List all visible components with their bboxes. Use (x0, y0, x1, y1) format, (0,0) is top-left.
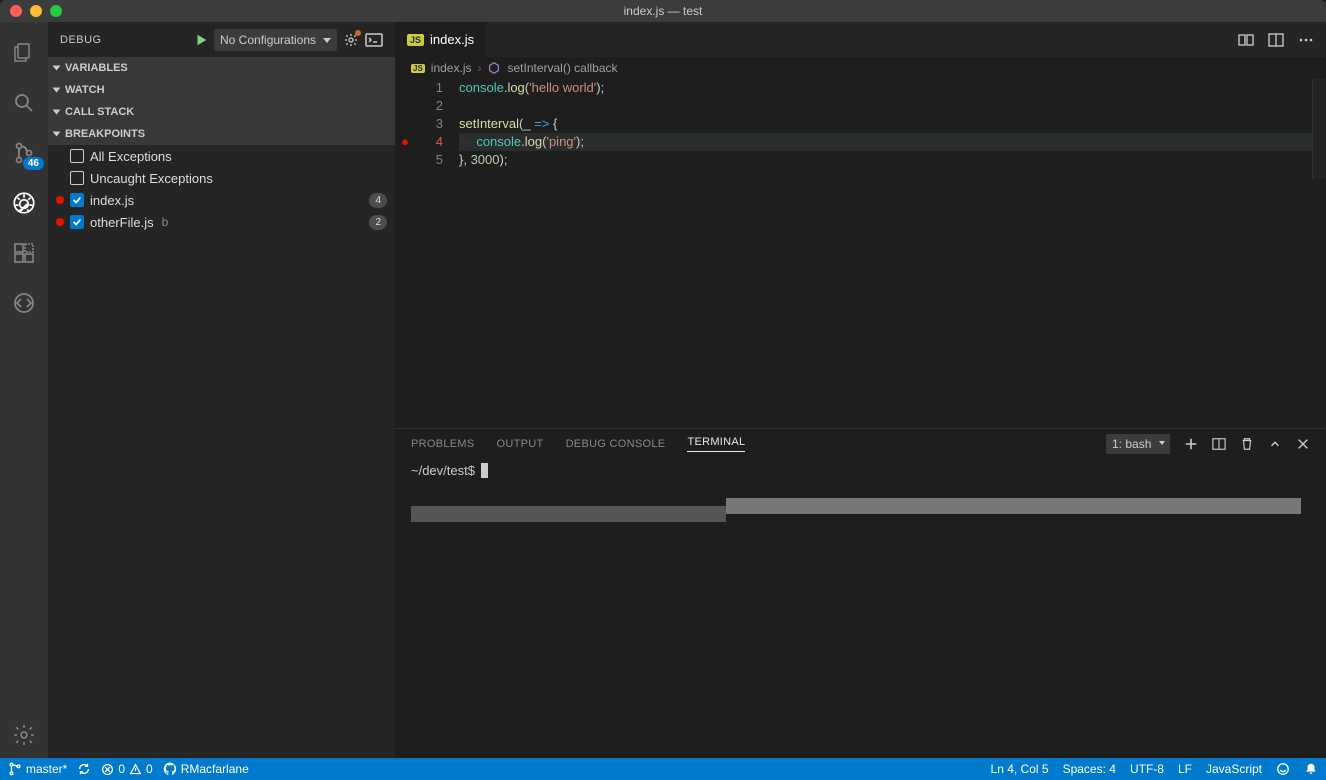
breakpoint-row[interactable]: Uncaught Exceptions (48, 167, 395, 189)
checkbox[interactable] (70, 215, 84, 229)
minimap[interactable] (1312, 79, 1326, 179)
cursor-position[interactable]: Ln 4, Col 5 (991, 762, 1049, 776)
debug-config-select[interactable]: No Configurations (214, 29, 337, 51)
breakpoint-row[interactable]: otherFile.js b 2 (48, 211, 395, 233)
settings-gear-icon[interactable] (0, 712, 48, 758)
window-controls (10, 5, 62, 17)
explorer-icon[interactable] (0, 30, 48, 76)
panel-tabs: PROBLEMS OUTPUT DEBUG CONSOLE TERMINAL 1… (395, 429, 1326, 459)
breakpoint-row[interactable]: All Exceptions (48, 145, 395, 167)
sync-icon[interactable] (77, 762, 91, 776)
bottom-panel: PROBLEMS OUTPUT DEBUG CONSOLE TERMINAL 1… (395, 428, 1326, 758)
editor-area: JS index.js JS index.js › setInterval() … (395, 22, 1326, 758)
language-mode[interactable]: JavaScript (1206, 762, 1262, 776)
debug-sidebar: DEBUG No Configurations (48, 22, 395, 758)
tab-terminal[interactable]: TERMINAL (687, 436, 745, 452)
notifications-icon[interactable] (1304, 762, 1318, 776)
compare-icon[interactable] (1238, 32, 1254, 48)
remote-icon[interactable] (0, 280, 48, 326)
minimize-window-icon[interactable] (30, 5, 42, 17)
tab-bar: JS index.js (395, 22, 1326, 57)
extensions-icon[interactable] (0, 230, 48, 276)
feedback-icon[interactable] (1276, 762, 1290, 776)
terminal-progress (411, 498, 1310, 514)
breakpoint-label: index.js (90, 193, 134, 208)
problems-status[interactable]: 0 0 (101, 762, 152, 776)
maximize-window-icon[interactable] (50, 5, 62, 17)
js-file-icon: JS (407, 34, 424, 46)
breakpoints-header[interactable]: BREAKPOINTS (48, 123, 395, 145)
breakpoint-label: otherFile.js (90, 215, 154, 230)
encoding[interactable]: UTF-8 (1130, 762, 1164, 776)
breakpoint-suffix: b (162, 215, 169, 229)
watch-section: WATCH (48, 79, 395, 101)
tab-output[interactable]: OUTPUT (497, 438, 544, 450)
method-icon (487, 61, 501, 75)
search-icon[interactable] (0, 80, 48, 126)
github-user[interactable]: RMacfarlane (163, 762, 249, 776)
split-editor-icon[interactable] (1268, 32, 1284, 48)
js-file-icon: JS (411, 64, 425, 73)
variables-header[interactable]: VARIABLES (48, 57, 395, 79)
breadcrumb-file: index.js (431, 61, 472, 75)
breakpoint-row[interactable]: index.js 4 (48, 189, 395, 211)
variables-section: VARIABLES (48, 57, 395, 79)
source-control-icon[interactable]: 46 (0, 130, 48, 176)
chevron-right-icon: › (477, 61, 481, 75)
close-window-icon[interactable] (10, 5, 22, 17)
tab-label: index.js (430, 32, 474, 47)
window-title: index.js — test (0, 4, 1326, 18)
breakpoint-count: 2 (369, 215, 387, 230)
git-branch[interactable]: master* (8, 762, 67, 776)
breadcrumb-symbol: setInterval() callback (507, 61, 617, 75)
checkbox[interactable] (70, 171, 84, 185)
terminal-cursor (481, 463, 488, 478)
breakpoints-section: BREAKPOINTS All Exceptions Uncaught Excep… (48, 123, 395, 233)
terminal-select[interactable]: 1: bash (1106, 434, 1170, 454)
breakpoint-dot-icon (56, 196, 64, 204)
debug-title: DEBUG (60, 34, 102, 46)
debug-header: DEBUG No Configurations (48, 22, 395, 57)
maximize-panel-icon[interactable] (1268, 437, 1282, 451)
terminal-prompt: ~/dev/test$ (411, 463, 475, 478)
breadcrumb[interactable]: JS index.js › setInterval() callback (395, 57, 1326, 79)
callstack-header[interactable]: CALL STACK (48, 101, 395, 123)
split-terminal-icon[interactable] (1212, 437, 1226, 451)
configure-gear-icon[interactable] (343, 32, 359, 48)
breakpoint-label: Uncaught Exceptions (90, 171, 213, 186)
indentation[interactable]: Spaces: 4 (1063, 762, 1116, 776)
breakpoint-dot-icon (56, 218, 64, 226)
tab-index-js[interactable]: JS index.js (395, 22, 487, 57)
activity-bar: 46 (0, 22, 48, 758)
checkbox[interactable] (70, 149, 84, 163)
tab-debug-console[interactable]: DEBUG CONSOLE (566, 438, 666, 450)
close-panel-icon[interactable] (1296, 437, 1310, 451)
titlebar: index.js — test (0, 0, 1326, 22)
debug-console-icon[interactable] (365, 33, 383, 47)
scm-badge: 46 (23, 157, 44, 170)
watch-header[interactable]: WATCH (48, 79, 395, 101)
more-actions-icon[interactable] (1298, 32, 1314, 48)
kill-terminal-icon[interactable] (1240, 437, 1254, 451)
new-terminal-icon[interactable] (1184, 437, 1198, 451)
checkbox[interactable] (70, 193, 84, 207)
breakpoint-count: 4 (369, 193, 387, 208)
callstack-section: CALL STACK (48, 101, 395, 123)
tab-problems[interactable]: PROBLEMS (411, 438, 475, 450)
breakpoint-label: All Exceptions (90, 149, 172, 164)
debug-icon[interactable] (0, 180, 48, 226)
terminal[interactable]: ~/dev/test$ (395, 459, 1326, 758)
status-bar: master* 0 0 RMacfarlane Ln 4, Col 5 Spac… (0, 758, 1326, 780)
start-debug-icon[interactable] (194, 33, 208, 47)
code-editor[interactable]: ● 12345 console.log('hello world');setIn… (395, 79, 1326, 428)
eol[interactable]: LF (1178, 762, 1192, 776)
